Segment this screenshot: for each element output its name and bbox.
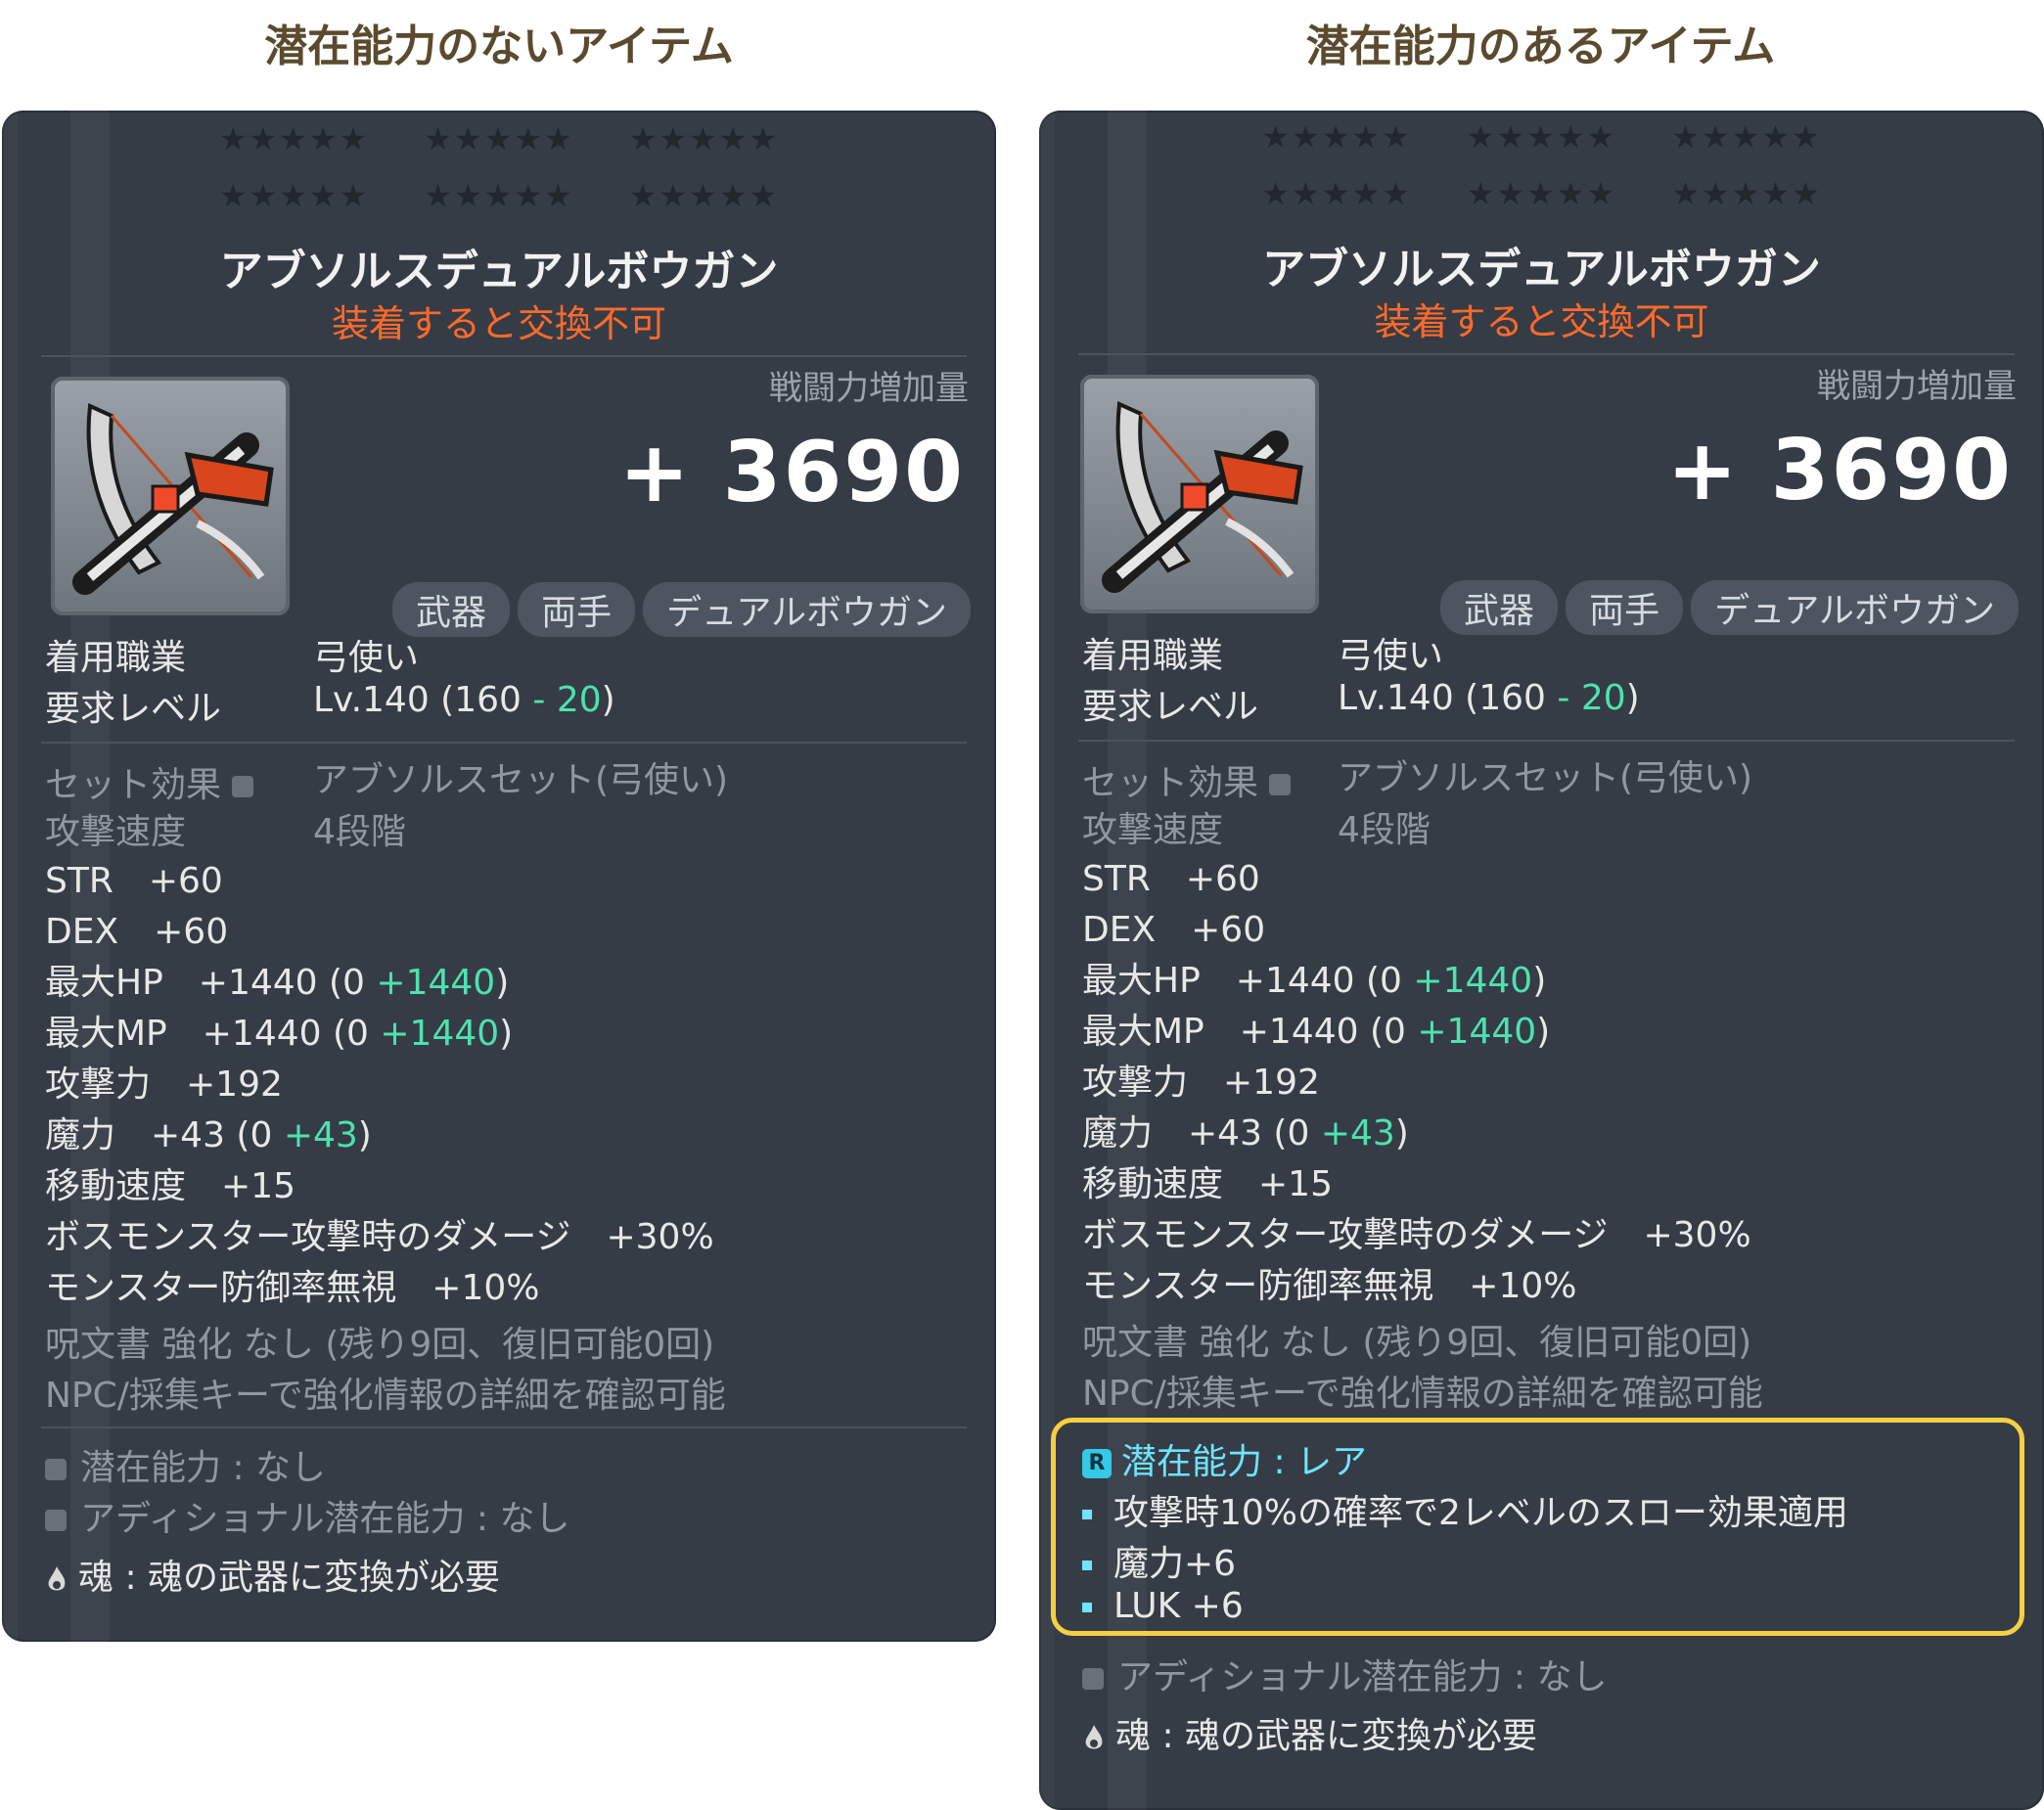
req-level-value: Lv.140 (160 - 20) <box>1338 678 1640 718</box>
attack-speed-value: 4段階 <box>313 812 406 852</box>
tag-weapon-type: デュアルボウガン <box>1691 580 2019 635</box>
stat-attack: 攻撃力 +192 <box>45 1064 283 1105</box>
star-group: ★★★★★ <box>1671 118 1822 156</box>
lock-icon <box>45 1459 67 1480</box>
star-group: ★★★★★ <box>1466 118 1617 156</box>
set-effect-label: セット効果 <box>45 756 267 807</box>
star-group: ★★★★★ <box>424 120 574 158</box>
star-force-row-1: ★★★★★ ★★★★★ ★★★★★ <box>1039 118 2044 156</box>
star-group: ★★★★★ <box>1466 175 1617 212</box>
scroll-info: 呪文書 強化 なし (残り9回、復旧可能0回) <box>1082 1323 1752 1363</box>
star-group: ★★★★★ <box>628 120 780 158</box>
power-increase-value: + 3690 <box>1666 422 2013 520</box>
item-tags: 武器 両手 デュアルボウガン <box>392 582 971 637</box>
trade-restriction: 装着すると交換不可 <box>1374 300 1709 343</box>
potential-title: R 潜在能力 : レア <box>1082 1433 1367 1484</box>
tag-two-handed: 両手 <box>1566 580 1684 635</box>
soul-info: 魂 : 魂の武器に変換が必要 <box>45 1549 500 1600</box>
rare-badge: R <box>1082 1449 1112 1478</box>
dual-bowgun-icon <box>72 403 274 595</box>
power-increase-value: + 3690 <box>618 424 965 521</box>
star-group: ★★★★★ <box>1261 175 1412 212</box>
stat-magic: 魔力 +43 (0 +43) <box>45 1115 372 1155</box>
potential-line-3: LUK +6 <box>1082 1586 1244 1626</box>
npc-info: NPC/採集キーで強化情報の詳細を確認可能 <box>1082 1374 1763 1414</box>
stat-boss-damage: ボスモンスター攻撃時のダメージ +30% <box>1082 1215 1751 1255</box>
set-effect-value: アブソルスセット(弓使い) <box>313 760 729 800</box>
star-group: ★★★★★ <box>1261 118 1412 156</box>
star-group: ★★★★★ <box>218 120 370 158</box>
req-job-label: 着用職業 <box>1082 636 1224 676</box>
stat-str: STR +60 <box>1082 859 1260 899</box>
star-group: ★★★★★ <box>1671 175 1822 212</box>
stat-attack: 攻撃力 +192 <box>1082 1063 1320 1103</box>
star-force-row-2: ★★★★★ ★★★★★ ★★★★★ <box>1039 175 2044 212</box>
lock-icon <box>1082 1668 1104 1690</box>
power-increase-label: 戦闘力増加量 <box>769 369 969 408</box>
lock-icon <box>45 1510 67 1531</box>
item-tooltip-left: ★★★★★ ★★★★★ ★★★★★ ★★★★★ ★★★★★ ★★★★★ アブソルスデュア… <box>2 111 996 1642</box>
lock-icon <box>232 776 254 797</box>
stat-max-mp: 最大MP +1440 (0 +1440) <box>1082 1012 1551 1052</box>
stat-boss-damage: ボスモンスター攻撃時のダメージ +30% <box>45 1217 714 1257</box>
star-force-row-2: ★★★★★ ★★★★★ ★★★★★ <box>2 177 996 214</box>
soul-info: 魂 : 魂の武器に変換が必要 <box>1082 1707 1537 1758</box>
potential-line-1: 攻撃時10%の確率で2レベルのスロー効果適用 <box>1082 1484 1848 1535</box>
trade-restriction: 装着すると交換不可 <box>331 302 666 345</box>
lock-icon <box>1269 774 1292 795</box>
item-icon-frame <box>1080 375 1319 613</box>
tag-two-handed: 両手 <box>518 582 636 637</box>
set-effect-value: アブソルスセット(弓使い) <box>1338 758 1753 798</box>
right-column-title: 潜在能力のあるアイテム <box>1305 22 1776 71</box>
flame-icon <box>48 1566 66 1591</box>
stat-move-speed: 移動速度 +15 <box>45 1166 295 1206</box>
star-group: ★★★★★ <box>628 177 780 214</box>
flame-icon <box>1085 1725 1103 1749</box>
req-level-label: 要求レベル <box>45 689 222 729</box>
req-level-label: 要求レベル <box>1082 687 1259 727</box>
potential-none: 潜在能力 : なし <box>45 1439 326 1490</box>
attack-speed-value: 4段階 <box>1338 810 1431 850</box>
star-group: ★★★★★ <box>218 177 370 214</box>
req-job-label: 着用職業 <box>45 638 187 678</box>
stat-max-mp: 最大MP +1440 (0 +1440) <box>45 1014 514 1054</box>
stat-dex: DEX +60 <box>45 912 229 952</box>
stat-ignore-defense: モンスター防御率無視 +10% <box>45 1268 540 1308</box>
stat-max-hp: 最大HP +1440 (0 +1440) <box>1082 961 1547 1001</box>
stat-ignore-defense: モンスター防御率無視 +10% <box>1082 1266 1577 1306</box>
req-level-value: Lv.140 (160 - 20) <box>313 680 615 720</box>
left-column-title: 潜在能力のないアイテム <box>264 22 734 71</box>
stat-magic: 魔力 +43 (0 +43) <box>1082 1113 1409 1154</box>
tag-weapon: 武器 <box>1440 580 1559 635</box>
npc-info: NPC/採集キーで強化情報の詳細を確認可能 <box>45 1376 726 1416</box>
power-increase-label: 戦闘力増加量 <box>1817 367 2017 406</box>
req-job-value: 弓使い <box>313 638 420 678</box>
stat-move-speed: 移動速度 +15 <box>1082 1164 1333 1204</box>
item-name: アブソルスデュアルボウガン <box>219 247 779 296</box>
star-force-row-1: ★★★★★ ★★★★★ ★★★★★ <box>2 120 996 158</box>
item-tooltip-right: ★★★★★ ★★★★★ ★★★★★ ★★★★★ ★★★★★ ★★★★★ アブソルスデュア… <box>1039 111 2044 1810</box>
potential-line-2: 魔力+6 <box>1082 1535 1236 1586</box>
scroll-info: 呪文書 強化 なし (残り9回、復旧可能0回) <box>45 1325 715 1365</box>
item-tags: 武器 両手 デュアルボウガン <box>1440 580 2019 635</box>
attack-speed-label: 攻撃速度 <box>1082 810 1224 850</box>
additional-potential-none: アディショナル潜在能力 : なし <box>45 1490 570 1541</box>
set-effect-label: セット効果 <box>1082 754 1304 805</box>
additional-potential-none: アディショナル潜在能力 : なし <box>1082 1649 1608 1699</box>
tag-weapon-type: デュアルボウガン <box>643 582 971 637</box>
item-icon-frame <box>51 377 290 615</box>
dual-bowgun-icon <box>1102 401 1303 593</box>
stat-dex: DEX +60 <box>1082 910 1266 950</box>
star-group: ★★★★★ <box>424 177 574 214</box>
stat-max-hp: 最大HP +1440 (0 +1440) <box>45 963 510 1003</box>
attack-speed-label: 攻撃速度 <box>45 812 187 852</box>
item-name: アブソルスデュアルボウガン <box>1262 245 1821 294</box>
req-job-value: 弓使い <box>1338 636 1444 676</box>
stat-str: STR +60 <box>45 861 223 901</box>
